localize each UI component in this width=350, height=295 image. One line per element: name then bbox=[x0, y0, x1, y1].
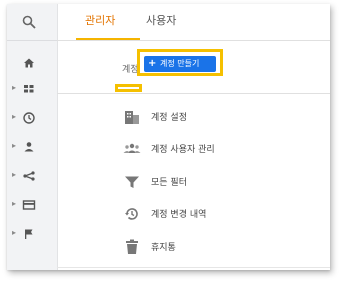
rail-dashboards[interactable]: ▸ bbox=[7, 79, 57, 101]
rail-home[interactable] bbox=[7, 53, 57, 75]
chevron-right-icon: ▸ bbox=[12, 83, 17, 92]
rail-behavior[interactable]: ▸ bbox=[7, 195, 57, 217]
analytics-admin-window: ▸ ▸ ▸ ▸ ▸ ▸ 관리자 사용자 계정 + 계정 만들기 계정 설정 계정… bbox=[7, 4, 330, 270]
left-nav-rail: ▸ ▸ ▸ ▸ ▸ ▸ bbox=[7, 4, 58, 270]
admin-tab-bar: 관리자 사용자 bbox=[57, 4, 330, 41]
plus-icon: + bbox=[148, 58, 157, 69]
content-bottom-border bbox=[57, 267, 330, 268]
account-selector-highlight[interactable] bbox=[115, 84, 142, 92]
menu-change-history[interactable]: 계정 변경 내역 bbox=[123, 205, 330, 225]
filter-icon bbox=[125, 176, 139, 188]
flow-icon bbox=[23, 171, 35, 181]
menu-label: 계정 설정 bbox=[151, 113, 187, 123]
chevron-right-icon: ▸ bbox=[12, 199, 17, 208]
chevron-right-icon: ▸ bbox=[12, 228, 17, 237]
rail-conversions[interactable]: ▸ bbox=[7, 224, 57, 246]
history-icon bbox=[125, 208, 138, 220]
building-icon bbox=[125, 111, 139, 124]
rail-realtime[interactable]: ▸ bbox=[7, 108, 57, 130]
active-tab-indicator bbox=[76, 38, 140, 40]
menu-label: 계정 사용자 관리 bbox=[151, 145, 215, 155]
person-icon bbox=[24, 142, 34, 152]
menu-trash[interactable]: 휴지통 bbox=[123, 238, 330, 258]
clock-icon bbox=[23, 112, 35, 124]
people-icon bbox=[123, 143, 141, 153]
section-divider bbox=[57, 93, 330, 94]
dashboard-icon bbox=[24, 85, 34, 93]
chevron-right-icon: ▸ bbox=[12, 141, 17, 150]
menu-label: 휴지통 bbox=[151, 243, 176, 253]
create-account-label: 계정 만들기 bbox=[160, 59, 200, 68]
trash-icon bbox=[126, 239, 138, 254]
menu-all-filters[interactable]: 모든 필터 bbox=[123, 173, 330, 193]
tab-admin[interactable]: 관리자 bbox=[85, 12, 115, 28]
rail-audience[interactable]: ▸ bbox=[7, 137, 57, 159]
menu-account-settings[interactable]: 계정 설정 bbox=[123, 108, 330, 128]
menu-user-management[interactable]: 계정 사용자 관리 bbox=[123, 140, 330, 160]
home-icon bbox=[24, 58, 34, 68]
chevron-right-icon: ▸ bbox=[12, 170, 17, 179]
menu-label: 모든 필터 bbox=[151, 178, 187, 188]
menu-label: 계정 변경 내역 bbox=[151, 210, 207, 220]
tab-user[interactable]: 사용자 bbox=[146, 12, 176, 28]
rail-acquisition[interactable]: ▸ bbox=[7, 166, 57, 188]
create-account-button[interactable]: + 계정 만들기 bbox=[144, 56, 216, 72]
chevron-right-icon: ▸ bbox=[12, 112, 17, 121]
search-icon[interactable] bbox=[22, 15, 36, 29]
flag-icon bbox=[25, 229, 33, 239]
card-icon bbox=[22, 200, 36, 210]
rail-search-area bbox=[7, 4, 57, 41]
